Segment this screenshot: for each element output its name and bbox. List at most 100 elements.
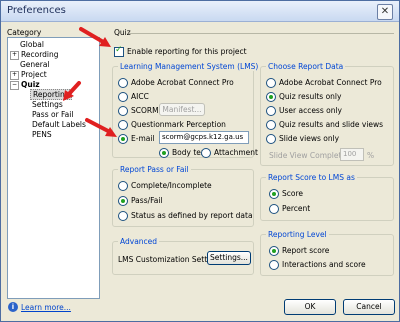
preferences-dialog: Preferences ✕ Category Global + Recording… — [0, 0, 400, 322]
lms-option-acrobat[interactable]: Adobe Acrobat Connect Pro — [118, 78, 234, 88]
email-field[interactable]: scorm@gcps.k12.ga.us — [159, 131, 249, 144]
lms-option-scorm[interactable]: SCORM — [118, 106, 159, 116]
radio-icon[interactable] — [118, 78, 128, 88]
radio-icon[interactable] — [118, 181, 128, 191]
advanced-group-title: Advanced — [118, 237, 160, 246]
lms-option-email[interactable]: E-mail — [118, 134, 155, 144]
radio-icon[interactable] — [201, 148, 211, 158]
tree-item-label: Default Labels — [32, 120, 86, 129]
radio-icon[interactable] — [269, 189, 279, 199]
option-label: Percent — [282, 204, 311, 213]
tree-item-label: Pass or Fail — [32, 110, 74, 119]
report-data-option-slide-views[interactable]: Slide views only — [266, 134, 339, 144]
option-label: E-mail — [131, 134, 155, 143]
ok-button[interactable]: OK — [284, 299, 336, 315]
collapse-icon[interactable]: − — [10, 80, 19, 90]
title-bar: Preferences ✕ — [1, 1, 399, 22]
slide-view-completion-input[interactable]: 100 — [340, 148, 364, 161]
option-label: Questionmark Perception — [131, 120, 226, 129]
settings-button[interactable]: Settings... — [207, 251, 251, 265]
cancel-button[interactable]: Cancel — [343, 299, 395, 315]
tree-item-label: Global — [20, 40, 44, 49]
annotation-arrow-email — [85, 118, 117, 137]
enable-reporting-checkbox[interactable]: Enable reporting for this project — [114, 45, 247, 57]
option-label: Complete/Incomplete — [131, 181, 212, 190]
option-label: SCORM — [131, 106, 159, 115]
option-label: Score — [282, 189, 304, 198]
expand-icon[interactable]: + — [10, 50, 19, 60]
report-score-option[interactable]: Report score — [269, 246, 329, 256]
lms-option-aicc[interactable]: AICC — [118, 92, 149, 102]
tree-item-general[interactable]: General — [8, 60, 99, 70]
enable-reporting-label: Enable reporting for this project — [127, 47, 247, 56]
option-label: Report score — [282, 246, 330, 255]
radio-icon[interactable] — [266, 78, 276, 88]
window-title: Preferences — [7, 5, 66, 16]
option-label: Adobe Acrobat Connect Pro — [131, 78, 234, 87]
score-to-lms-group: Report Score to LMS as — [260, 173, 394, 221]
tree-item-label: Settings — [32, 100, 63, 109]
radio-icon[interactable] — [118, 196, 128, 206]
radio-icon[interactable] — [266, 92, 276, 102]
pass-fail-option-complete[interactable]: Complete/Incomplete — [118, 181, 212, 191]
attachment-option[interactable]: Attachment — [201, 148, 258, 158]
lms-group-title: Learning Management System (LMS) — [118, 62, 261, 71]
checkbox-icon[interactable] — [114, 45, 124, 57]
reporting-level-group-title: Reporting Level — [266, 230, 329, 239]
pass-fail-group-title: Report Pass or Fail — [118, 165, 191, 174]
option-label: Pass/Fail — [131, 196, 163, 205]
option-label: Attachment — [214, 148, 258, 157]
learn-more-link[interactable]: Learn more... — [21, 303, 71, 312]
manifest-button[interactable]: Manifest... — [159, 103, 205, 116]
radio-icon[interactable] — [269, 246, 279, 256]
tree-item-label: General — [20, 60, 50, 69]
option-label: Status as defined by report data — [131, 211, 253, 220]
option-label: Quiz results only — [279, 92, 342, 101]
tree-item-label: Project — [21, 70, 47, 79]
radio-icon[interactable] — [266, 134, 276, 144]
annotation-arrow-enable — [79, 27, 111, 47]
category-label: Category — [7, 28, 42, 37]
radio-icon[interactable] — [266, 120, 276, 130]
report-data-option-acrobat[interactable]: Adobe Acrobat Connect Pro — [266, 78, 382, 88]
option-label: User access only — [279, 106, 342, 115]
pass-fail-option-passfail[interactable]: Pass/Fail — [118, 196, 163, 206]
expand-icon[interactable]: + — [10, 70, 19, 80]
radio-icon[interactable] — [118, 134, 128, 144]
radio-icon[interactable] — [269, 260, 279, 270]
radio-icon[interactable] — [118, 92, 128, 102]
radio-icon[interactable] — [266, 106, 276, 116]
info-icon: i — [8, 302, 18, 312]
score-to-lms-group-title: Report Score to LMS as — [266, 173, 357, 182]
report-data-option-results-slides[interactable]: Quiz results and slide views — [266, 120, 383, 130]
report-data-option-user-access[interactable]: User access only — [266, 106, 342, 116]
close-button[interactable]: ✕ — [377, 4, 393, 20]
report-data-option-quiz-results[interactable]: Quiz results only — [266, 92, 341, 102]
option-label: Adobe Acrobat Connect Pro — [279, 78, 382, 87]
radio-icon[interactable] — [118, 120, 128, 130]
option-label: AICC — [131, 92, 149, 101]
radio-icon[interactable] — [269, 204, 279, 214]
radio-icon[interactable] — [159, 148, 169, 158]
percent-label: % — [367, 151, 375, 160]
report-data-group-title: Choose Report Data — [266, 62, 346, 71]
option-label: Slide views only — [279, 134, 340, 143]
tree-item-recording[interactable]: + Recording — [8, 50, 99, 60]
radio-icon[interactable] — [118, 106, 128, 116]
radio-icon[interactable] — [118, 211, 128, 221]
tree-item-settings[interactable]: Settings — [8, 100, 99, 110]
percent-option[interactable]: Percent — [269, 204, 310, 214]
heading-divider — [129, 33, 394, 34]
tree-item-label: PENS — [32, 130, 52, 139]
pass-fail-option-status[interactable]: Status as defined by report data — [118, 211, 253, 221]
lms-option-questionmark[interactable]: Questionmark Perception — [118, 120, 226, 130]
interactions-score-option[interactable]: Interactions and score — [269, 260, 366, 270]
tree-item-label: Recording — [21, 50, 59, 59]
annotation-arrow-reporting — [63, 81, 81, 101]
option-label: Interactions and score — [282, 260, 366, 269]
tree-item-label: Quiz — [21, 80, 40, 89]
category-tree: Global + Recording General + Project − Quiz… — [7, 37, 100, 299]
tree-item-project[interactable]: + Project — [8, 70, 99, 80]
score-option[interactable]: Score — [269, 189, 303, 199]
tree-item-reporting[interactable]: Reporting — [8, 89, 99, 100]
